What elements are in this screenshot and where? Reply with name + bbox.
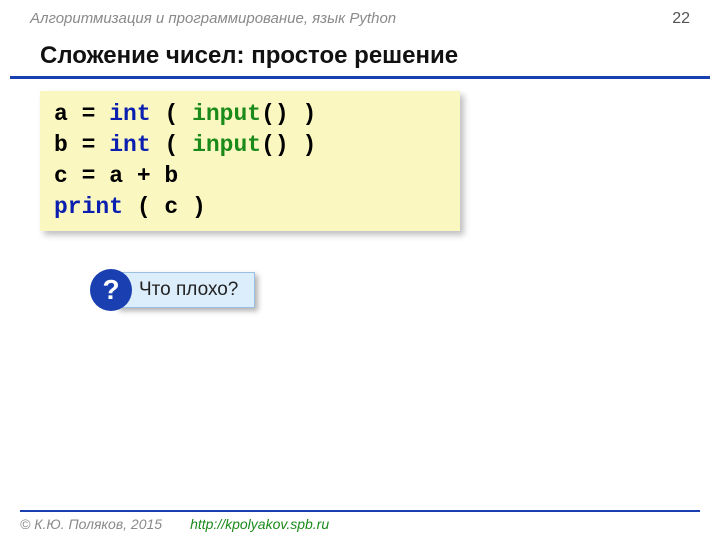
page-number: 22 [672, 10, 690, 28]
page-title: Сложение чисел: простое решение [10, 28, 710, 79]
code-line: c = a + b [54, 161, 446, 192]
code-line: b = int ( input() ) [54, 130, 446, 161]
slide-footer: © К.Ю. Поляков, 2015 http://kpolyakov.sp… [20, 510, 700, 532]
breadcrumb: Алгоритмизация и программирование, язык … [30, 10, 396, 27]
code-block: a = int ( input() ) b = int ( input() ) … [40, 91, 460, 231]
footer-url: http://kpolyakov.spb.ru [190, 516, 329, 532]
question-text: Что плохо? [116, 272, 255, 308]
copyright: © К.Ю. Поляков, 2015 [20, 516, 162, 532]
question-mark-icon: ? [90, 269, 132, 311]
code-line: print ( c ) [54, 192, 446, 223]
slide-header: Алгоритмизация и программирование, язык … [0, 0, 720, 28]
code-line: a = int ( input() ) [54, 99, 446, 130]
question-callout: ? Что плохо? [90, 269, 720, 311]
